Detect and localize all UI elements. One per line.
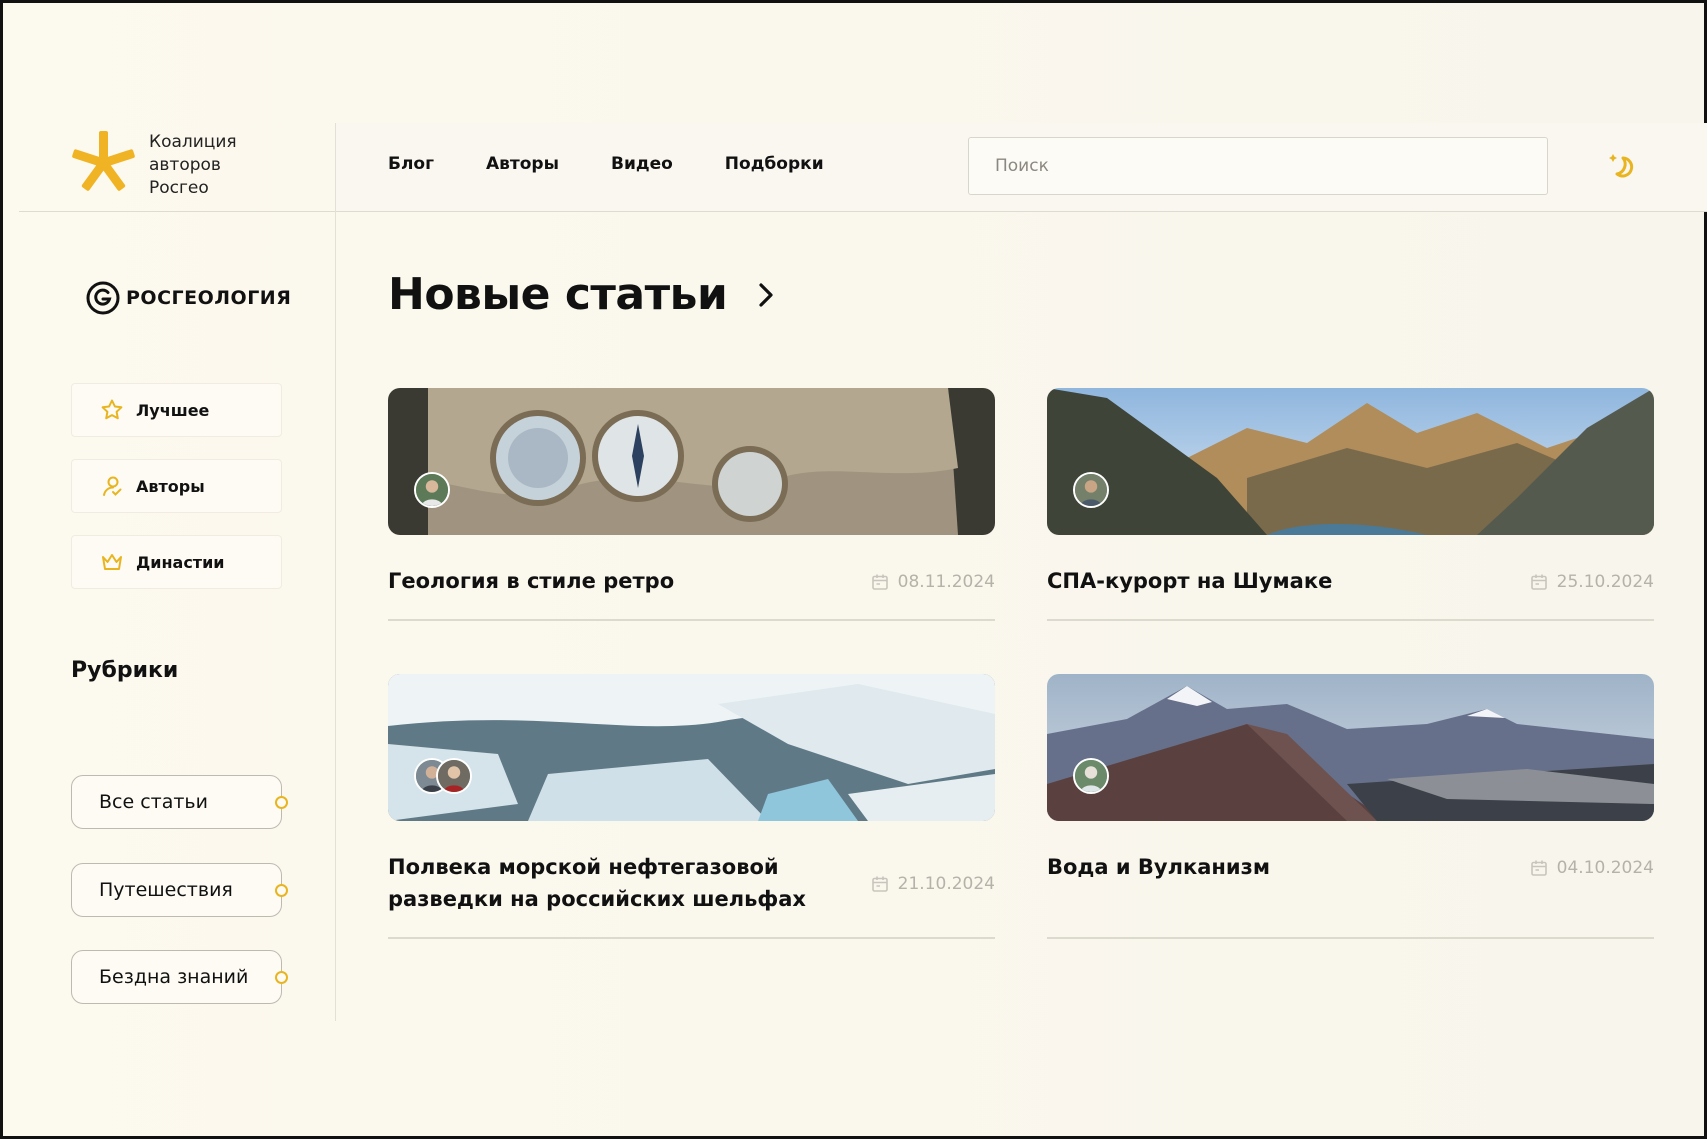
article-image[interactable] — [1047, 388, 1654, 535]
article-meta: Полвека морской нефтегазовой разведки на… — [388, 851, 995, 915]
article-title[interactable]: Полвека морской нефтегазовой разведки на… — [388, 851, 858, 915]
sidebar-item-label: Лучшее — [136, 400, 210, 420]
article-title[interactable]: Вода и Вулканизм — [1047, 851, 1270, 883]
sidebar-divider — [335, 123, 336, 1021]
mountain-valley-photo — [1047, 388, 1654, 535]
rubric-travel[interactable]: Путешествия — [71, 863, 288, 917]
article-date-text: 04.10.2024 — [1556, 857, 1654, 878]
article-meta: СПА-курорт на Шумаке 25.10.2024 — [1047, 565, 1654, 597]
search-input[interactable] — [968, 137, 1548, 195]
sidebar-item-dynasties[interactable]: Династии — [71, 535, 282, 589]
article-card[interactable]: Вода и Вулканизм 04.10.2024 — [1047, 674, 1654, 939]
author-avatars — [414, 472, 450, 508]
article-date-text: 21.10.2024 — [897, 873, 995, 894]
chevron-right-icon — [759, 282, 773, 307]
article-card[interactable]: Полвека морской нефтегазовой разведки на… — [388, 674, 995, 939]
rubric-dot-icon — [275, 884, 288, 897]
rubric-label: Путешествия — [99, 879, 233, 901]
page-frame: Коалиция авторов Росгео Блог Авторы Виде… — [0, 0, 1707, 1139]
page-title: Новые статьи — [388, 269, 728, 320]
article-date: 04.10.2024 — [1530, 852, 1654, 883]
nav-blog[interactable]: Блог — [388, 154, 434, 174]
sidebar-item-authors[interactable]: Авторы — [71, 459, 282, 513]
brand-label: РОСГЕОЛОГИЯ — [126, 287, 292, 309]
article-image[interactable] — [1047, 674, 1654, 821]
author-avatars — [1073, 472, 1109, 508]
user-icon — [103, 476, 122, 496]
calendar-icon — [871, 876, 888, 892]
nav-video[interactable]: Видео — [611, 154, 673, 174]
asterisk-logo-icon — [72, 131, 135, 191]
card-divider — [388, 619, 995, 621]
moon-star-icon[interactable] — [1607, 150, 1639, 182]
rubric-knowledge-abyss[interactable]: Бездна знаний — [71, 950, 288, 1004]
article-date: 08.11.2024 — [871, 566, 995, 597]
logo-text-line: авторов — [149, 155, 221, 175]
logo-text-line: Коалиция — [149, 132, 237, 152]
logo-text-line: Росгео — [149, 178, 209, 198]
calendar-icon — [1530, 860, 1547, 876]
article-meta: Геология в стиле ретро 08.11.2024 — [388, 565, 995, 597]
article-image[interactable] — [388, 674, 995, 821]
article-date: 25.10.2024 — [1530, 566, 1654, 597]
author-avatar[interactable] — [414, 472, 450, 508]
rosgeologia-logo-icon — [86, 281, 120, 315]
calendar-icon — [1530, 574, 1547, 590]
calendar-icon — [871, 574, 888, 590]
article-title[interactable]: Геология в стиле ретро — [388, 565, 674, 597]
rubric-label: Бездна знаний — [99, 966, 249, 988]
article-title[interactable]: СПА-курорт на Шумаке — [1047, 565, 1332, 597]
volcano-photo — [1047, 674, 1654, 821]
rubric-dot-icon — [275, 971, 288, 984]
article-card[interactable]: СПА-курорт на Шумаке 25.10.2024 — [1047, 388, 1654, 621]
compasses-photo — [388, 388, 995, 535]
article-image[interactable] — [388, 388, 995, 535]
author-avatar[interactable] — [1073, 472, 1109, 508]
sidebar-item-best[interactable]: Лучшее — [71, 383, 282, 437]
card-divider — [1047, 619, 1654, 621]
article-meta: Вода и Вулканизм 04.10.2024 — [1047, 851, 1654, 883]
article-date: 21.10.2024 — [871, 852, 995, 915]
nav-authors[interactable]: Авторы — [486, 154, 559, 174]
crown-icon — [102, 554, 122, 570]
star-icon — [101, 399, 123, 420]
author-avatars — [414, 758, 472, 794]
article-date-text: 08.11.2024 — [897, 571, 995, 592]
rubrics-title: Рубрики — [71, 658, 179, 683]
site-logo[interactable]: Коалиция авторов Росгео — [71, 129, 237, 200]
header-divider — [19, 211, 1707, 212]
main-nav: Блог Авторы Видео Подборки — [388, 154, 876, 174]
sea-ice-photo — [388, 674, 995, 821]
card-divider — [1047, 937, 1654, 939]
author-avatar[interactable] — [1073, 758, 1109, 794]
rubric-dot-icon — [275, 796, 288, 809]
card-divider — [388, 937, 995, 939]
article-card[interactable]: Геология в стиле ретро 08.11.2024 — [388, 388, 995, 621]
logo-text: Коалиция авторов Росгео — [149, 131, 237, 200]
article-date-text: 25.10.2024 — [1556, 571, 1654, 592]
sidebar-item-label: Династии — [136, 552, 225, 572]
nav-collections[interactable]: Подборки — [725, 154, 824, 174]
author-avatars — [1073, 758, 1109, 794]
rubric-label: Все статьи — [99, 791, 208, 813]
author-avatar[interactable] — [436, 758, 472, 794]
rosgeologia-brand[interactable]: РОСГЕОЛОГИЯ — [86, 281, 291, 315]
section-header[interactable]: Новые статьи — [388, 269, 779, 320]
rubric-all-articles[interactable]: Все статьи — [71, 775, 288, 829]
sidebar-item-label: Авторы — [136, 476, 205, 496]
